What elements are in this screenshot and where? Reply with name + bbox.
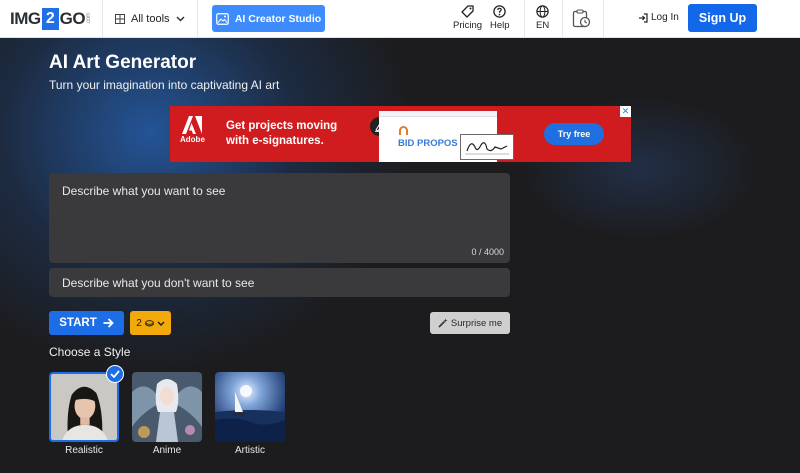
ai-creator-studio-label: AI Creator Studio [234, 12, 322, 25]
all-tools-label: All tools [131, 13, 170, 25]
grid-icon [115, 14, 125, 24]
artistic-sailboat-image [215, 372, 285, 442]
surprise-me-button[interactable]: Surprise me [430, 312, 510, 334]
signature-box [460, 134, 514, 160]
help-link[interactable]: Help [490, 5, 510, 31]
style-label-realistic: Realistic [65, 445, 103, 456]
tag-icon [461, 5, 474, 18]
header-divider [603, 0, 604, 38]
style-heading: Choose a Style [49, 345, 131, 359]
arrow-right-icon [103, 318, 114, 328]
top-navigation-bar: IMG 2 GO .com All tools AI Creator Studio P… [0, 0, 800, 38]
ad-headline-line2: with e-signatures. [226, 135, 324, 147]
style-card-artistic[interactable] [215, 372, 285, 442]
document-title: BID PROPOS [398, 138, 458, 149]
negative-prompt-input[interactable]: Describe what you don't want to see [49, 268, 510, 297]
login-arrow-icon [639, 12, 648, 23]
coin-icon [145, 319, 154, 326]
pricing-link[interactable]: Pricing [453, 5, 482, 31]
history-button[interactable] [572, 9, 591, 28]
style-card-realistic[interactable] [49, 372, 119, 442]
logo-suffix: .com [86, 13, 93, 25]
realistic-portrait-image [51, 374, 117, 440]
logo-text-left: IMG [10, 9, 41, 28]
prompt-placeholder: Describe what you want to see [62, 184, 226, 198]
help-label: Help [490, 20, 510, 31]
advertisement-banner[interactable]: Adobe Get projects moving with e-signatu… [170, 106, 631, 162]
header-divider [197, 0, 198, 38]
negative-prompt-placeholder: Describe what you don't want to see [62, 276, 255, 290]
ad-close-button[interactable]: ✕ [620, 106, 631, 117]
anime-fairy-image [132, 372, 202, 442]
page-title: AI Art Generator [49, 52, 197, 73]
character-counter: 0 / 4000 [471, 247, 504, 257]
login-link[interactable]: Log In [638, 12, 679, 23]
ad-brand: Adobe [180, 135, 205, 144]
style-label-artistic: Artistic [235, 445, 265, 456]
credits-dropdown[interactable]: 2 [130, 311, 171, 335]
magic-wand-icon [438, 318, 448, 328]
logo-text-middle: 2 [41, 8, 59, 30]
selected-checkmark [106, 365, 124, 383]
start-button[interactable]: START [49, 311, 124, 335]
style-label-anime: Anime [152, 445, 182, 456]
ad-headline-line1: Get projects moving [226, 120, 338, 132]
chevron-down-icon [176, 16, 185, 22]
adobe-logo: Adobe [180, 116, 205, 144]
question-icon [493, 5, 507, 18]
login-label: Log In [651, 12, 679, 23]
surprise-me-label: Surprise me [450, 317, 503, 329]
globe-icon [536, 5, 549, 18]
page-subtitle: Turn your imagination into captivating A… [49, 78, 280, 92]
ad-headline: Get projects moving with e-signatures. [226, 119, 337, 149]
clipboard-clock-icon [572, 9, 591, 28]
document-logo-mark [399, 126, 408, 135]
header-divider [524, 0, 525, 38]
sign-up-button[interactable]: Sign Up [688, 4, 757, 32]
pricing-label: Pricing [453, 20, 483, 31]
language-label: EN [536, 20, 550, 31]
all-tools-menu[interactable]: All tools [115, 11, 185, 27]
document-toolbar [379, 111, 497, 117]
img2go-logo[interactable]: IMG 2 GO .com [10, 8, 92, 30]
prompt-textarea[interactable]: Describe what you want to see 0 / 4000 [49, 173, 510, 263]
logo-text-right: GO [59, 9, 86, 28]
language-selector[interactable]: EN [536, 5, 549, 31]
adobe-a-icon [182, 116, 203, 134]
style-card-anime[interactable] [132, 372, 202, 442]
ad-cta-button[interactable]: Try free [544, 123, 604, 145]
image-sparkle-icon [215, 12, 229, 25]
ai-creator-studio-button[interactable]: AI Creator Studio [212, 5, 325, 32]
header-divider [102, 0, 103, 38]
chevron-down-icon [157, 321, 165, 326]
header-divider [562, 0, 563, 38]
credits-value: 2 [136, 317, 142, 329]
checkmark-icon [110, 370, 120, 378]
start-label: START [59, 317, 97, 329]
